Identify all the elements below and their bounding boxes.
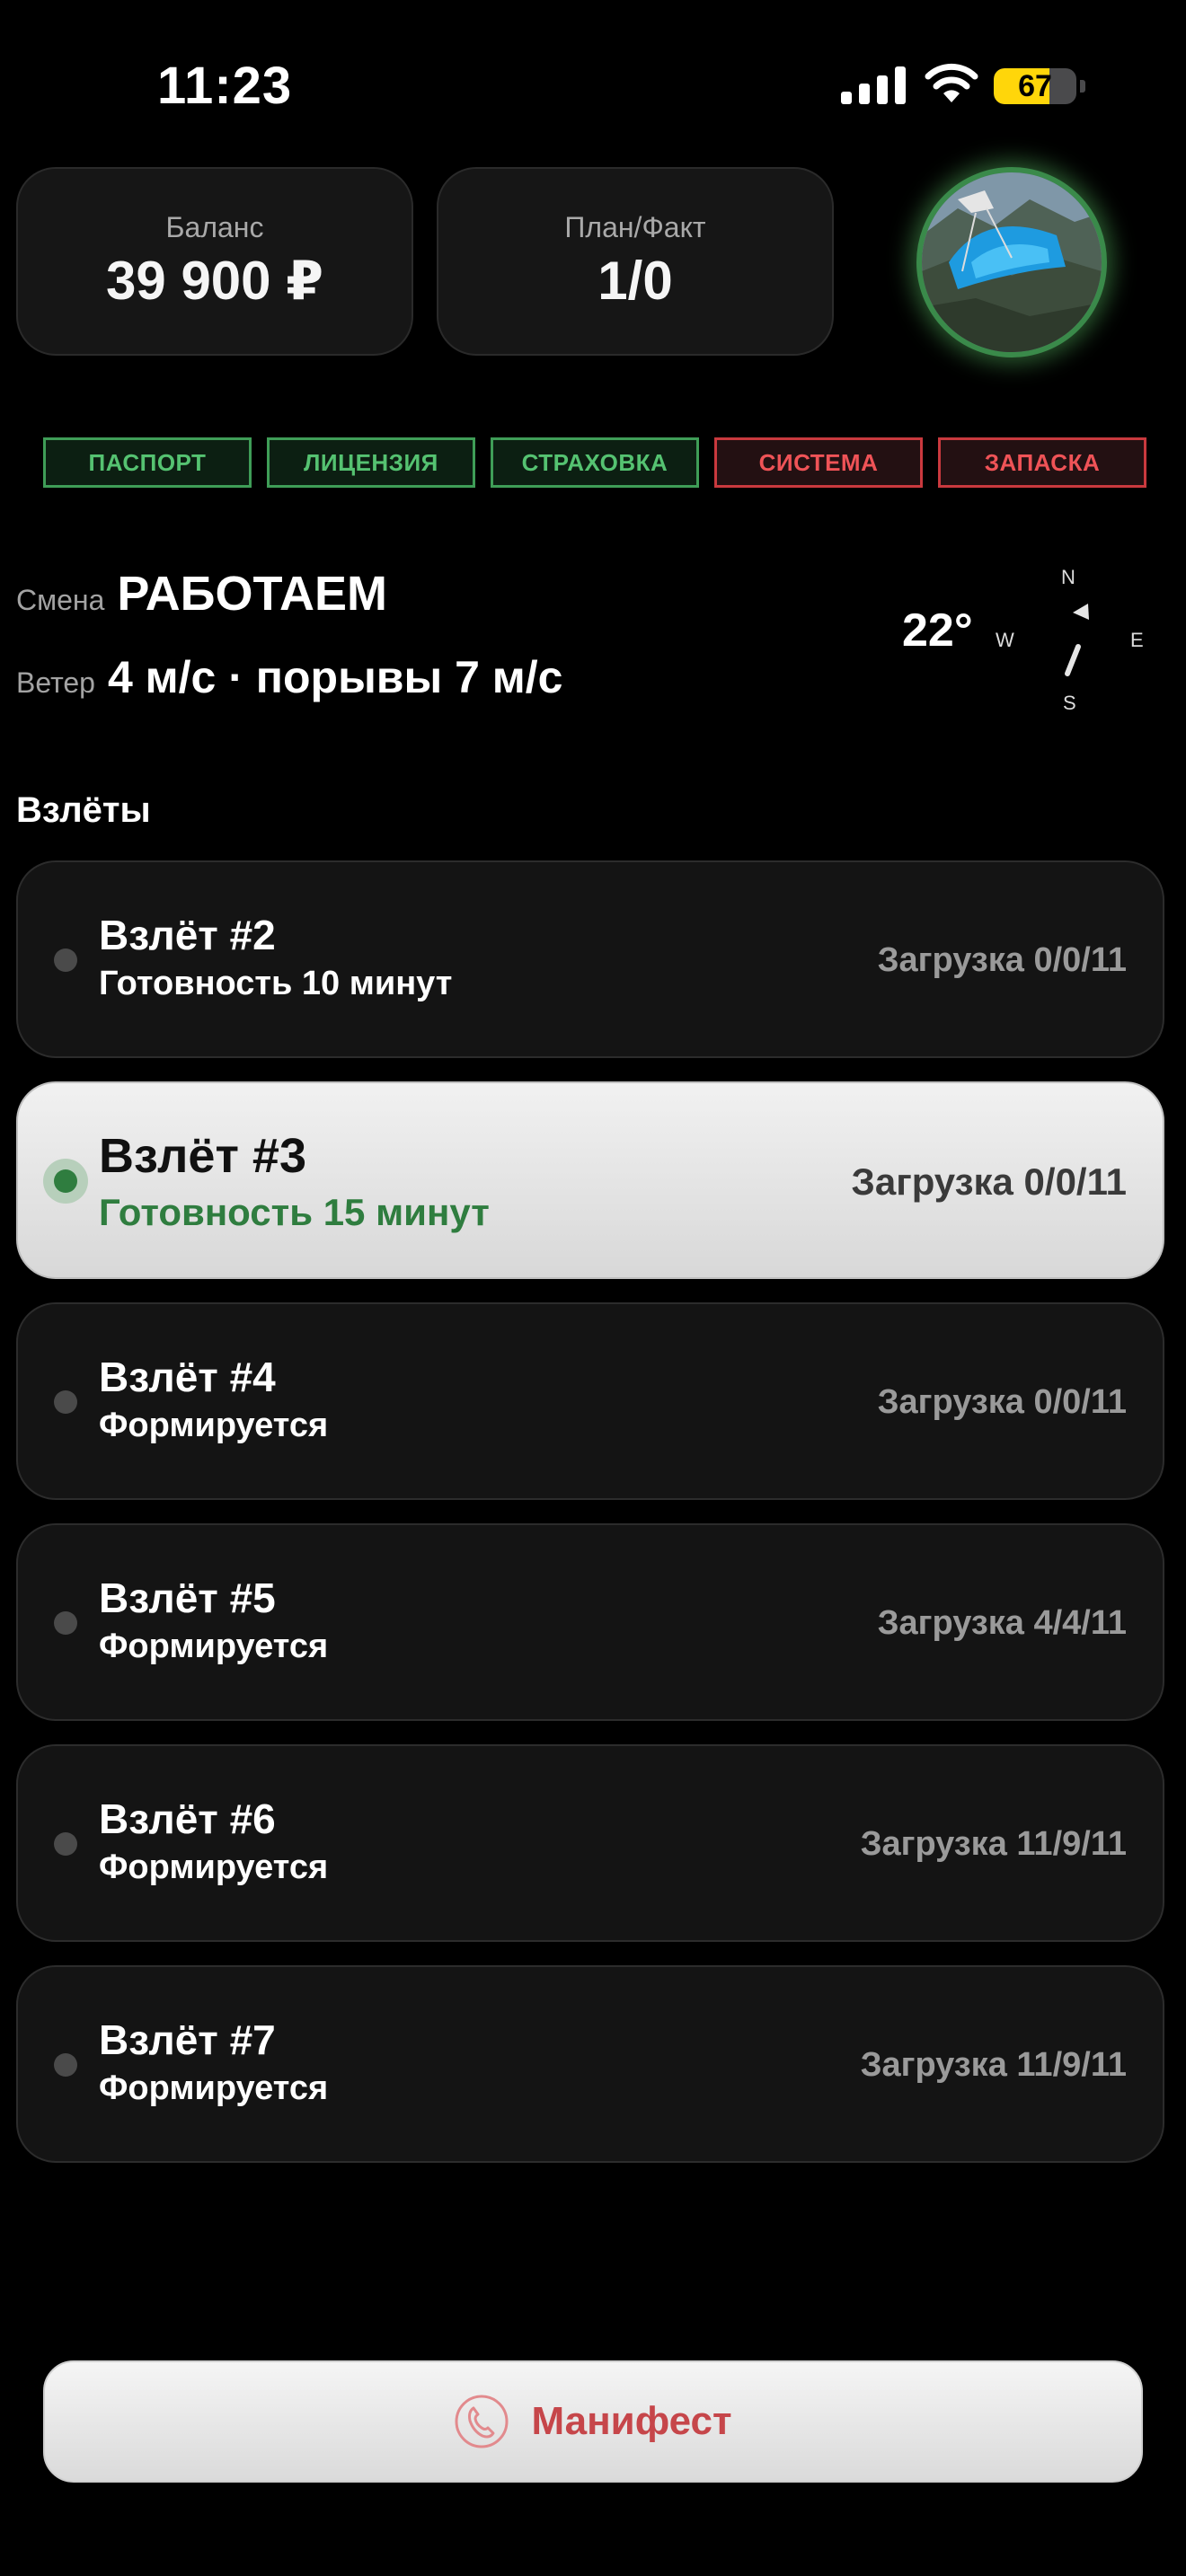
flight-status-dot [54, 1611, 77, 1635]
screen: 11:23 67 Баланс 39 900 ₽ План/Факт 1/0 П… [0, 0, 1186, 2576]
flight-card[interactable]: Взлёт #7 Формируется Загрузка 11/9/11 [16, 1965, 1164, 2163]
flight-status-dot [54, 1832, 77, 1856]
flight-title: Взлёт #3 [99, 1129, 306, 1183]
flight-card[interactable]: Взлёт #6 Формируется Загрузка 11/9/11 [16, 1744, 1164, 1942]
flight-load: Загрузка 4/4/11 [877, 1604, 1127, 1642]
paraglider-avatar-icon [922, 172, 1102, 352]
status-time: 11:23 [157, 57, 293, 115]
flight-status-dot [54, 948, 77, 972]
wind-arrow-icon [1065, 604, 1089, 676]
wind-label: Ветер [16, 666, 95, 699]
signal-icon [841, 66, 906, 104]
plan-fact-card[interactable]: План/Факт 1/0 [437, 167, 834, 356]
shift-row: Смена РАБОТАЕМ [16, 566, 387, 622]
document-tag-insurance[interactable]: СТРАХОВКА [491, 437, 699, 488]
flight-card[interactable]: Взлёт #4 Формируется Загрузка 0/0/11 [16, 1302, 1164, 1500]
flight-status-dot [54, 1390, 77, 1414]
battery-icon: 67 [994, 68, 1076, 104]
status-indicators: 67 [836, 63, 1087, 108]
flight-load: Загрузка 0/0/11 [877, 1383, 1127, 1421]
plan-fact-label: План/Факт [564, 211, 706, 243]
flight-card[interactable]: Взлёт #2 Готовность 10 минут Загрузка 0/0/… [16, 860, 1164, 1058]
avatar[interactable] [916, 167, 1107, 357]
balance-label: Баланс [165, 210, 264, 243]
flight-card[interactable]: Взлёт #3 Готовность 15 минут Загрузка 0/0/… [16, 1081, 1164, 1279]
battery-level: 67 [1018, 68, 1052, 103]
flight-load: Загрузка 0/0/11 [851, 1160, 1127, 1203]
wind-value: 4 м/с · порывы 7 м/с [107, 652, 563, 702]
flight-status-dot [54, 2053, 77, 2077]
flight-title: Взлёт #2 [99, 912, 276, 958]
flight-load: Загрузка 0/0/11 [877, 941, 1127, 979]
flight-title: Взлёт #4 [99, 1354, 276, 1400]
manifest-button[interactable]: Манифест [43, 2360, 1143, 2483]
battery-cap [1080, 80, 1085, 93]
document-tag-reserve[interactable]: ЗАПАСКА [938, 437, 1146, 488]
manifest-label: Манифест [531, 2399, 732, 2443]
temperature: 22° [902, 604, 973, 657]
balance-card[interactable]: Баланс 39 900 ₽ [16, 167, 413, 356]
flight-title: Взлёт #6 [99, 1795, 276, 1842]
flight-load: Загрузка 11/9/11 [860, 2046, 1127, 2084]
flight-status: Готовность 15 минут [99, 1191, 490, 1233]
flight-status: Формируется [99, 1628, 329, 1665]
flights-section-title: Взлёты [16, 790, 151, 830]
flight-title: Взлёт #5 [99, 1575, 276, 1621]
flight-status: Формируется [99, 1407, 329, 1444]
shift-value: РАБОТАЕМ [117, 567, 388, 621]
phone-icon [455, 2395, 509, 2448]
shift-label: Смена [16, 584, 105, 616]
wind-compass: N E S W [988, 557, 1150, 719]
wifi-icon [925, 63, 978, 102]
flight-status: Формируется [99, 1848, 329, 1886]
document-tag-passport[interactable]: ПАСПОРТ [43, 437, 252, 488]
document-tag-license[interactable]: ЛИЦЕНЗИЯ [267, 437, 475, 488]
flight-load: Загрузка 11/9/11 [860, 1825, 1127, 1863]
flight-card[interactable]: Взлёт #5 Формируется Загрузка 4/4/11 [16, 1523, 1164, 1721]
wind-row: Ветер 4 м/с · порывы 7 м/с [16, 651, 563, 703]
flight-status-dot [43, 1159, 88, 1204]
balance-value: 39 900 ₽ [106, 250, 323, 311]
document-tag-system[interactable]: СИСТЕМА [714, 437, 923, 488]
flight-title: Взлёт #7 [99, 2016, 276, 2063]
plan-fact-value: 1/0 [597, 251, 673, 311]
flight-status: Формируется [99, 2069, 329, 2107]
flight-status: Готовность 10 минут [99, 965, 453, 1002]
